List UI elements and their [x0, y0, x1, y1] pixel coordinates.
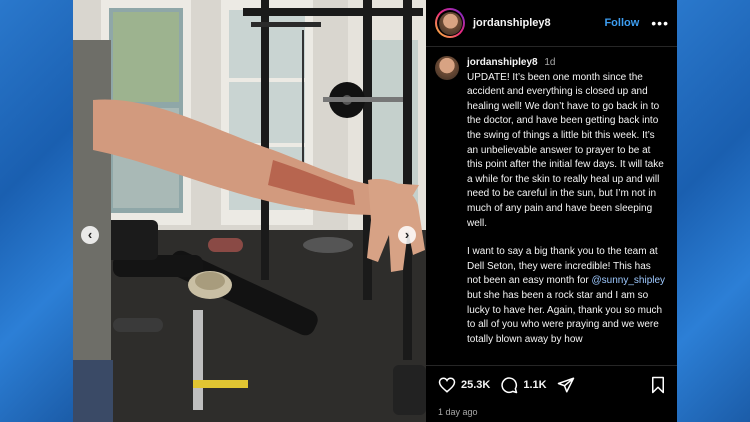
caption-text: jordanshipley8 1d UPDATE! It’s been one …: [467, 56, 667, 347]
share-icon[interactable]: [557, 376, 575, 394]
comment-icon[interactable]: [500, 376, 518, 394]
caption-username[interactable]: jordanshipley8: [467, 57, 538, 68]
header-username[interactable]: jordanshipley8: [473, 17, 551, 29]
avatar-photo: [435, 56, 459, 80]
avatar-photo: [438, 11, 462, 35]
post-photo: ‹ ›: [73, 0, 426, 422]
avatar[interactable]: [435, 8, 465, 38]
post-timestamp: 1 day ago: [438, 407, 478, 417]
caption: jordanshipley8 1d UPDATE! It’s been one …: [426, 56, 677, 365]
caption-paragraph-2-end: but she has been a rock star and I am so…: [467, 289, 663, 345]
more-icon[interactable]: •••: [651, 15, 669, 31]
likes-count[interactable]: 25.3K: [461, 379, 490, 391]
caption-paragraph-2: I want to say a big thank you to the tea…: [467, 245, 667, 347]
heart-icon[interactable]: [438, 376, 456, 394]
next-photo-button[interactable]: ›: [398, 226, 416, 244]
background-right: [677, 0, 750, 422]
instagram-post: ‹ › jordanshipley8 Follow ••• jordanship…: [73, 0, 677, 422]
bookmark-icon[interactable]: [649, 376, 667, 394]
follow-button[interactable]: Follow: [604, 17, 639, 29]
caption-time: 1d: [544, 57, 556, 68]
gym-photo-illustration: [73, 0, 426, 422]
post-side-panel: jordanshipley8 Follow ••• jordanshipley8…: [426, 0, 677, 422]
caption-avatar[interactable]: [435, 56, 459, 80]
previous-photo-button[interactable]: ‹: [81, 226, 99, 244]
post-header: jordanshipley8 Follow •••: [426, 0, 677, 47]
caption-paragraph-1: UPDATE! It’s been one month since the ac…: [467, 71, 664, 229]
action-bar: 25.3K 1.1K 1 day ago: [426, 365, 677, 422]
comments-count[interactable]: 1.1K: [523, 379, 546, 391]
background-left: [0, 0, 73, 422]
mention-link[interactable]: @sunny_shipley: [592, 275, 666, 286]
